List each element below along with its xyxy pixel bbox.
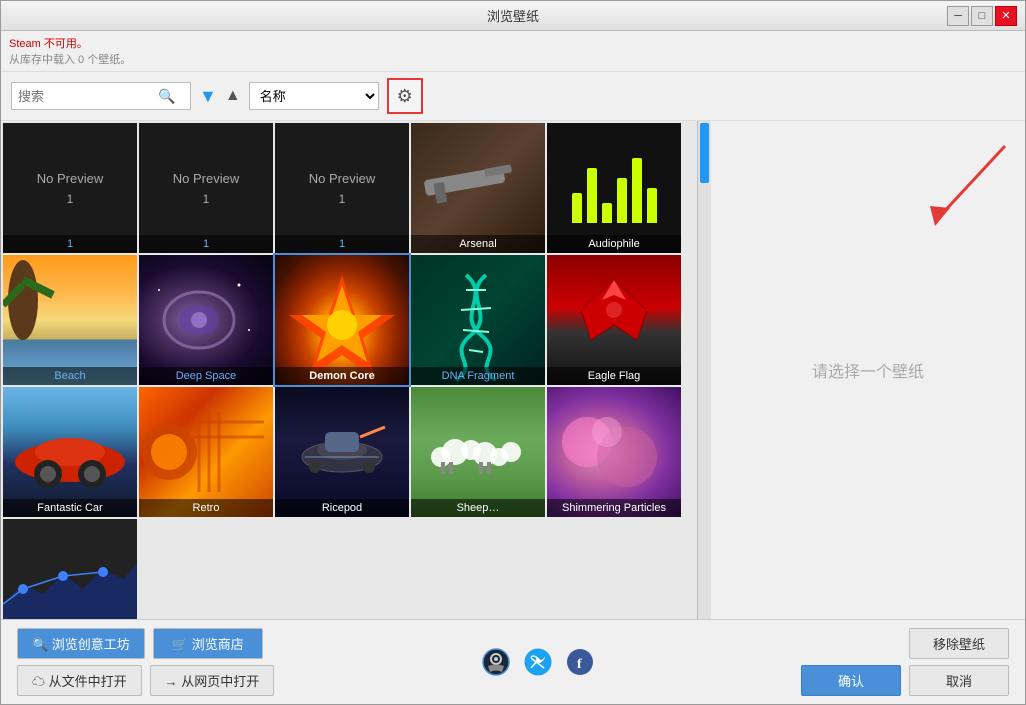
retro-preview (139, 387, 273, 517)
wallpaper-label: Sheep… (411, 499, 545, 517)
steam-social-icon[interactable] (481, 647, 511, 677)
red-arrow-svg (925, 136, 1015, 236)
wallpaper-item-sheep[interactable]: Sheep… (411, 387, 545, 517)
no-preview-num: 1 (339, 192, 346, 206)
search-icon[interactable]: 🔍 (158, 88, 175, 105)
open-web-button[interactable]: → 从网页中打开 (150, 665, 275, 696)
wallpaper-label: Demon Core (275, 367, 409, 385)
car-preview (3, 387, 137, 517)
wallpaper-item-techno[interactable]: Techno (3, 519, 137, 619)
wallpaper-label: Fantastic Car (3, 499, 137, 517)
wallpaper-grid: No Preview 1 1 No Preview 1 1 No Preview… (1, 121, 711, 619)
title-bar: 浏览壁纸 ─ □ ✕ (1, 1, 1025, 31)
wallpaper-label: Ricepod (275, 499, 409, 517)
wallpaper-item-car[interactable]: Fantastic Car (3, 387, 137, 517)
sort-arrow-up[interactable]: ▲ (225, 87, 241, 105)
facebook-icon: f (566, 648, 594, 676)
twitter-icon (524, 648, 552, 676)
no-preview-text: No Preview (173, 171, 239, 186)
svg-text:f: f (577, 657, 582, 672)
audiophile-bars (547, 129, 681, 233)
wallpaper-item-deepspace[interactable]: Deep Space (139, 255, 273, 385)
cancel-button[interactable]: 取消 (909, 665, 1009, 696)
wallpaper-grid-container: No Preview 1 1 No Preview 1 1 No Preview… (1, 121, 711, 619)
restore-button[interactable]: □ (971, 6, 993, 26)
wallpaper-label: 1 (3, 235, 137, 253)
wallpaper-item-shimmer[interactable]: Shimmering Particles (547, 387, 681, 517)
minimize-button[interactable]: ─ (947, 6, 969, 26)
browse-workshop-button[interactable]: 🔍 浏览创意工坊 (17, 628, 145, 659)
no-preview-text: No Preview (37, 171, 103, 186)
no-preview-num: 1 (203, 192, 210, 206)
toolbar: 🔍 ▼ ▲ 名称 日期 评分 ⚙ (1, 72, 1025, 121)
wallpaper-item-no3[interactable]: No Preview 1 1 (275, 123, 409, 253)
steam-icon (482, 648, 510, 676)
title-controls: ─ □ ✕ (947, 6, 1017, 26)
ricepod-preview (275, 387, 409, 517)
wallpaper-label: 1 (139, 235, 273, 253)
wallpaper-item-audiophile[interactable]: Audiophile (547, 123, 681, 253)
deepspace-preview (139, 255, 273, 385)
footer: 🔍 浏览创意工坊 🛒 浏览商店 ☁ 从文件中打开 → 从网页中打开 (1, 619, 1025, 704)
right-panel: 请选择一个壁纸 (711, 121, 1025, 619)
filter-icon[interactable]: ▼ (199, 86, 217, 107)
dna-preview (411, 255, 545, 385)
sort-select[interactable]: 名称 日期 评分 (249, 82, 379, 110)
wallpaper-label: Audiophile (547, 235, 681, 253)
arrow-annotation (925, 136, 1015, 241)
wallpaper-label: Retro (139, 499, 273, 517)
remove-wallpaper-button[interactable]: 移除壁纸 (909, 628, 1009, 659)
footer-right: 移除壁纸 确认 取消 (801, 628, 1009, 696)
steam-notice: Steam 不可用。 从库存中载入 0 个壁纸。 (1, 31, 1025, 72)
wallpaper-item-no2[interactable]: No Preview 1 1 (139, 123, 273, 253)
footer-left: 🔍 浏览创意工坊 🛒 浏览商店 ☁ 从文件中打开 → 从网页中打开 (17, 628, 274, 696)
eagle-preview (547, 255, 681, 385)
wallpaper-label: Deep Space (139, 367, 273, 385)
open-file-button[interactable]: ☁ 从文件中打开 (17, 665, 142, 696)
facebook-social-icon[interactable]: f (565, 647, 595, 677)
wallpaper-item-beach[interactable]: Beach (3, 255, 137, 385)
arsenal-preview (411, 128, 545, 232)
window-title: 浏览壁纸 (487, 6, 539, 25)
main-area: No Preview 1 1 No Preview 1 1 No Preview… (1, 121, 1025, 619)
footer-confirm-row: 确认 取消 (801, 665, 1009, 696)
wallpaper-label: Shimmering Particles (547, 499, 681, 517)
footer-center: f (481, 647, 595, 677)
twitter-social-icon[interactable] (523, 647, 553, 677)
wallpaper-item-demoncore[interactable]: Demon Core (275, 255, 409, 385)
select-hint: 请选择一个壁纸 (812, 358, 924, 382)
search-box: 🔍 (11, 82, 191, 110)
wallpaper-item-eagle[interactable]: Eagle Flag (547, 255, 681, 385)
close-button[interactable]: ✕ (995, 6, 1017, 26)
notice-line2: 从库存中载入 0 个壁纸。 (9, 51, 1017, 67)
notice-line1: Steam 不可用。 (9, 35, 1017, 51)
main-window: 浏览壁纸 ─ □ ✕ Steam 不可用。 从库存中载入 0 个壁纸。 🔍 ▼ … (0, 0, 1026, 705)
confirm-button[interactable]: 确认 (801, 665, 901, 696)
wallpaper-label: Eagle Flag (547, 367, 681, 385)
beach-preview (3, 255, 137, 385)
wallpaper-label: DNA Fragment (411, 367, 545, 385)
wallpaper-item-dna[interactable]: DNA Fragment (411, 255, 545, 385)
wallpaper-label: Beach (3, 367, 137, 385)
footer-row-bottom: ☁ 从文件中打开 → 从网页中打开 (17, 665, 274, 696)
techno-preview (3, 519, 137, 619)
no-preview-num: 1 (67, 192, 74, 206)
scrollbar-track[interactable] (697, 121, 711, 619)
browse-store-button[interactable]: 🛒 浏览商店 (153, 628, 263, 659)
gear-button[interactable]: ⚙ (387, 78, 423, 114)
sheep-preview (411, 387, 545, 517)
no-preview-text: No Preview (309, 171, 375, 186)
scrollbar-thumb[interactable] (700, 123, 709, 183)
shimmer-preview (547, 387, 681, 517)
wallpaper-item-ricepod[interactable]: Ricepod (275, 387, 409, 517)
wallpaper-item-arsenal[interactable]: Arsenal (411, 123, 545, 253)
footer-row-top: 🔍 浏览创意工坊 🛒 浏览商店 (17, 628, 274, 659)
wallpaper-item-no1[interactable]: No Preview 1 1 (3, 123, 137, 253)
wallpaper-item-retro[interactable]: Retro (139, 387, 273, 517)
wallpaper-label: 1 (275, 235, 409, 253)
wallpaper-label: Arsenal (411, 235, 545, 253)
demoncore-preview (275, 255, 409, 385)
search-input[interactable] (18, 89, 158, 104)
